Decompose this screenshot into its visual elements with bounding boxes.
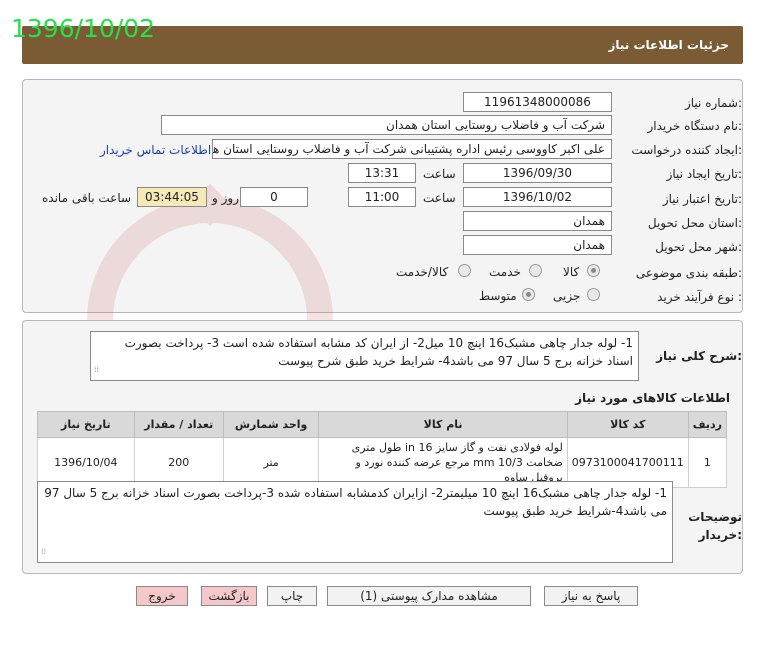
created-time-field[interactable]: 13:31 <box>348 163 416 183</box>
days-label: روز و <box>212 191 239 205</box>
category-service-label: خدمت <box>489 265 521 279</box>
remaining-time-field: 03:44:05 <box>137 187 207 207</box>
col-row: ردیف <box>687 411 728 438</box>
summary-text: 1- لوله جدار چاهی مشبک16 اینچ 10 میل2- ا… <box>124 336 633 368</box>
col-date: تاریخ نیاز <box>37 411 135 438</box>
category-radio-both[interactable] <box>458 264 471 277</box>
province-label: استان محل تحویل: <box>647 216 742 230</box>
print-button[interactable]: چاپ <box>267 586 317 606</box>
process-minor-label: جزیی <box>553 289 581 303</box>
category-radio-goods[interactable] <box>587 264 600 277</box>
created-date-label: تاریخ ایجاد نیاز: <box>666 167 742 181</box>
buyer-notes-label: توضیحات خریدار: <box>688 510 742 542</box>
buyer-org-label: نام دستگاه خریدار: <box>647 119 743 133</box>
cell-row: 1 <box>687 437 728 488</box>
buyer-notes-textarea[interactable]: 1- لوله جدار چاهی مشبک16 اینچ 10 میلیمتر… <box>37 481 673 563</box>
process-medium-label: متوسط <box>479 289 517 303</box>
summary-textarea[interactable]: 1- لوله جدار چاهی مشبک16 اینچ 10 میل2- ا… <box>90 331 639 381</box>
goods-header-row: ردیف کد کالا نام کالا واحد شمارش تعداد /… <box>37 411 728 438</box>
need-number-label: شماره نیاز: <box>684 96 742 110</box>
province-field[interactable]: همدان <box>463 211 612 231</box>
creator-field[interactable]: علی اکبر کاووسی رئیس اداره پشتیبانی شرکت… <box>212 139 612 159</box>
goods-table: ردیف کد کالا نام کالا واحد شمارش تعداد /… <box>37 411 728 488</box>
cell-code: 0973100041700111 <box>566 437 689 488</box>
reply-button[interactable]: پاسخ به نیاز <box>544 586 638 606</box>
goods-title: اطلاعات کالاهای مورد نیاز <box>575 391 730 405</box>
view-attachments-button[interactable]: مشاهده مدارک پیوستی (1) <box>327 586 531 606</box>
cell-qty: 200 <box>133 437 224 488</box>
cell-name: لوله فولادی نفت و گاز سایز 16 in طول متر… <box>318 437 568 488</box>
resize-grip-icon[interactable]: ⁞⁞ <box>41 543 46 561</box>
created-time-label: ساعت <box>423 167 456 181</box>
process-label: نوع فرآیند خرید : <box>657 290 742 304</box>
resize-grip-icon[interactable]: ⁞⁞ <box>94 361 99 379</box>
city-field[interactable]: همدان <box>463 235 612 255</box>
need-number-field[interactable]: 11961348000086 <box>463 92 612 112</box>
created-date-field[interactable]: 1396/09/30 <box>463 163 612 183</box>
buyer-org-field[interactable]: شرکت آب و فاضلاب روستایی استان همدان <box>161 115 612 135</box>
process-radio-minor[interactable] <box>587 288 600 301</box>
col-code: کد کالا <box>566 411 689 438</box>
col-qty: تعداد / مقدار <box>133 411 224 438</box>
valid-time-field[interactable]: 11:00 <box>348 187 416 207</box>
page-title: جزئیات اطلاعات نیاز <box>608 38 729 52</box>
summary-label: شرح کلی نیاز: <box>656 349 742 363</box>
valid-date-field[interactable]: 1396/10/02 <box>463 187 612 207</box>
exit-button[interactable]: خروج <box>136 586 188 606</box>
col-unit: واحد شمارش <box>222 411 320 438</box>
stamp-date: 1396/10/02 <box>11 14 156 43</box>
col-name: نام کالا <box>318 411 568 438</box>
buyer-notes-text: 1- لوله جدار چاهی مشبک16 اینچ 10 میلیمتر… <box>44 486 667 518</box>
city-label: شهر محل تحویل: <box>655 240 742 254</box>
category-both-label: کالا/خدمت <box>396 265 449 279</box>
days-field[interactable]: 0 <box>240 187 308 207</box>
category-radio-service[interactable] <box>529 264 542 277</box>
process-radio-medium[interactable] <box>522 288 535 301</box>
cell-date: 1396/10/04 <box>37 437 135 488</box>
back-button[interactable]: بازگشت <box>201 586 257 606</box>
category-goods-label: کالا <box>563 265 580 279</box>
valid-date-label: تاریخ اعتبار نیاز: <box>662 192 742 206</box>
buyer-contact-link[interactable]: اطلاعات تماس خریدار <box>100 143 211 157</box>
category-label: طبقه بندی موضوعی: <box>635 266 742 280</box>
remaining-label: ساعت باقی مانده <box>42 191 132 205</box>
valid-time-label: ساعت <box>423 191 456 205</box>
table-row[interactable]: 1 0973100041700111 لوله فولادی نفت و گاز… <box>37 437 728 488</box>
creator-label: ایجاد کننده درخواست: <box>631 143 742 157</box>
cell-unit: متر <box>222 437 320 488</box>
